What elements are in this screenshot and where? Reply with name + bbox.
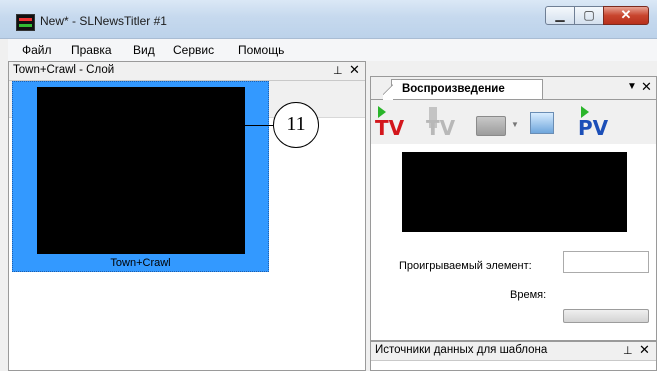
close-button[interactable]: ✕ — [603, 6, 649, 25]
picture-icon[interactable] — [530, 112, 554, 134]
maximize-button[interactable]: ▢ — [574, 6, 604, 25]
close-icon: ✕ — [620, 7, 632, 22]
playing-item-field[interactable] — [563, 251, 649, 273]
pv-play-button[interactable]: PV — [578, 106, 608, 142]
tv-off-label: TV — [426, 116, 456, 140]
playback-tabstrip: Воспроизведение ▼ ✕ — [371, 77, 656, 100]
chevron-down-icon[interactable]: ▼ — [511, 120, 519, 129]
menu-edit[interactable]: Правка — [71, 43, 112, 57]
playback-toolbar: TV TV ▼ PV — [371, 100, 656, 144]
data-sources-pane: Источники данных для шаблона ⊥ ✕ — [370, 341, 657, 371]
pin-icon[interactable]: ⊥ — [623, 344, 633, 357]
menu-file[interactable]: Файл — [22, 43, 52, 57]
window-controls: ▁ ▢ ✕ — [545, 6, 649, 25]
callout-line — [193, 125, 273, 126]
camera-icon[interactable] — [476, 116, 506, 136]
tv-play-button[interactable]: TV — [375, 106, 405, 142]
pane-close-icon[interactable]: ✕ — [639, 342, 650, 358]
preview-screen — [402, 152, 627, 232]
menu-service[interactable]: Сервис — [173, 43, 214, 57]
tv-stop-button[interactable]: TV — [426, 106, 456, 142]
menu-view[interactable]: Вид — [133, 43, 155, 57]
callout-number: 11 — [273, 102, 319, 148]
title-bar: New* - SLNewsTitler #1 ▁ ▢ ✕ — [0, 0, 657, 39]
layer-thumbnail — [37, 87, 245, 254]
dropdown-arrow-icon[interactable]: ▼ — [627, 81, 637, 92]
pane-close-icon[interactable]: ✕ — [349, 62, 360, 78]
time-progress-bar — [563, 309, 649, 323]
time-label: Время: — [510, 289, 547, 301]
minimize-button[interactable]: ▁ — [545, 6, 575, 25]
layer-pane-title: Town+Crawl - Слой — [13, 64, 115, 76]
layer-item-label: Town+Crawl — [110, 257, 171, 269]
playing-item-label: Проигрываемый элемент: — [399, 260, 532, 272]
menu-help[interactable]: Помощь — [238, 43, 284, 57]
tab-playback[interactable]: Воспроизведение — [383, 79, 543, 100]
data-sources-title: Источники данных для шаблона — [375, 344, 548, 356]
layer-list-item[interactable]: Town+Crawl — [12, 81, 269, 272]
playback-pane: Воспроизведение ▼ ✕ TV TV ▼ PV Проигрыва… — [370, 76, 657, 341]
maximize-icon: ▢ — [583, 8, 595, 22]
app-icon — [16, 14, 35, 31]
pin-icon[interactable]: ⊥ — [333, 64, 343, 77]
layer-pane-header: Town+Crawl - Слой ⊥ ✕ — [9, 62, 365, 81]
window-title: New* - SLNewsTitler #1 — [40, 14, 167, 28]
tv-label: TV — [375, 116, 405, 140]
menu-bar: Файл Правка Вид Сервис Помощь — [8, 39, 657, 61]
data-sources-header: Источники данных для шаблона ⊥ ✕ — [371, 342, 656, 361]
pv-label: PV — [578, 116, 609, 140]
minimize-icon: ▁ — [555, 8, 565, 22]
pane-close-icon[interactable]: ✕ — [641, 79, 652, 95]
